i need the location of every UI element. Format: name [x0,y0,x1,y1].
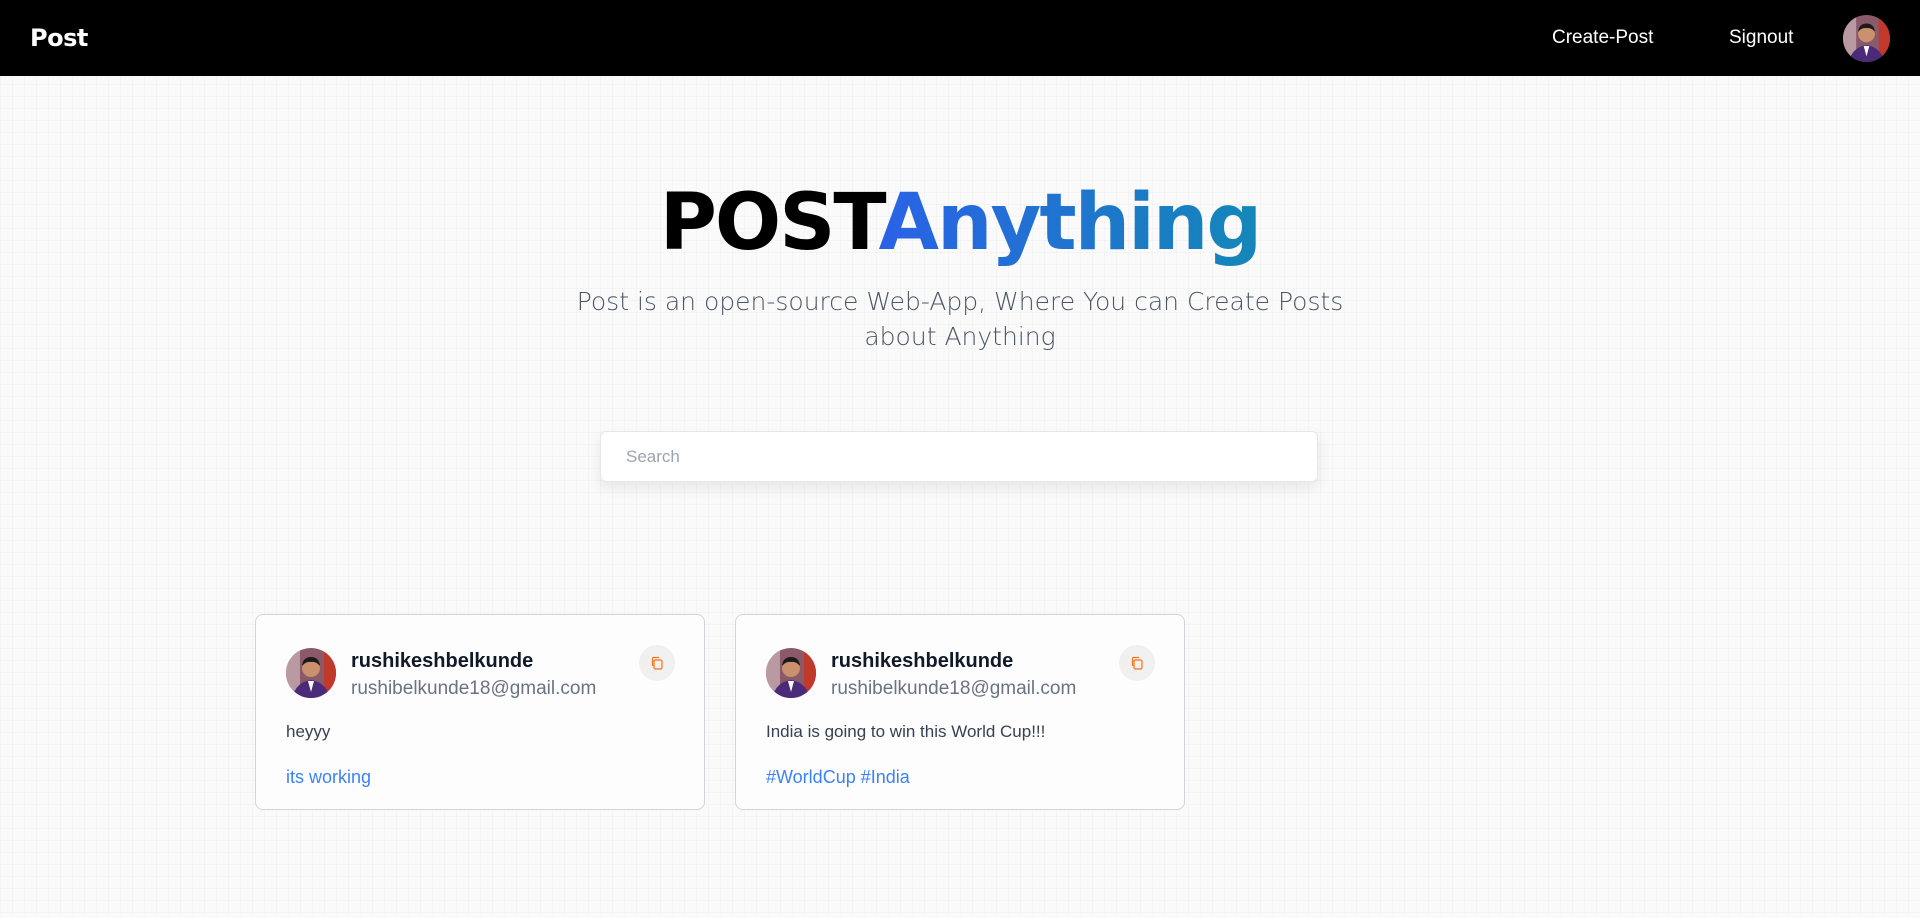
top-navbar: Post Create-Post Signout [0,0,1920,76]
post-card: rushikeshbelkunde rushibelkunde18@gmail.… [255,614,705,810]
post-card: rushikeshbelkunde rushibelkunde18@gmail.… [735,614,1185,810]
post-content: India is going to win this World Cup!!! [766,722,1046,741]
hero-subtitle: Post is an open-source Web-App, Where Yo… [576,287,1344,351]
copy-icon [1131,656,1143,670]
post-author-email: rushibelkunde18@gmail.com [351,678,597,699]
user-avatar[interactable] [1843,15,1890,62]
hero-title-post: POST [659,178,881,268]
post-author-avatar [766,648,816,698]
post-content: heyyy [286,722,331,741]
post-author-email: rushibelkunde18@gmail.com [831,678,1077,699]
brand-logo-text[interactable]: Post [30,24,88,52]
signout-link[interactable]: Signout [1729,27,1793,49]
post-author-name: rushikeshbelkunde [831,650,1014,672]
create-post-link[interactable]: Create-Post [1552,27,1653,49]
avatar-photo-icon [1843,15,1890,62]
copy-button[interactable] [639,645,675,681]
avatar-photo-icon [766,648,816,698]
hero-title-anything: Anything [878,178,1263,268]
copy-button[interactable] [1119,645,1155,681]
post-tags[interactable]: its working [286,767,371,788]
hero-title: POSTAnything [0,178,1920,268]
post-author-name: rushikeshbelkunde [351,650,534,672]
search-input[interactable] [601,432,1317,481]
search-box [600,431,1318,482]
post-tags[interactable]: #WorldCup #India [766,767,910,788]
post-author-avatar [286,648,336,698]
avatar-photo-icon [286,648,336,698]
copy-icon [651,656,663,670]
